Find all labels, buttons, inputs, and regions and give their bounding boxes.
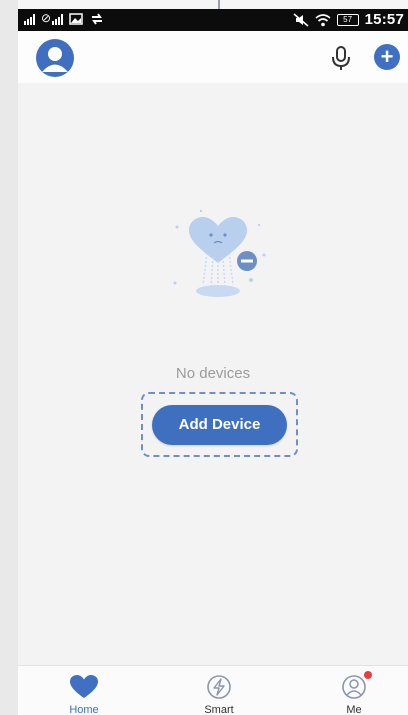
heart-icon xyxy=(70,675,98,698)
avatar-icon[interactable] xyxy=(36,39,74,77)
signal-icon xyxy=(24,13,35,25)
image-notification-icon xyxy=(69,13,83,25)
microphone-icon[interactable] xyxy=(328,44,354,72)
notification-badge xyxy=(364,671,372,679)
add-device-button[interactable]: Add Device xyxy=(152,405,287,445)
bezel-left xyxy=(0,0,18,715)
tab-home-label: Home xyxy=(69,704,99,715)
lightning-icon xyxy=(207,675,231,699)
app-header: + xyxy=(18,31,408,83)
bezel-mark xyxy=(218,0,220,9)
status-bar: ⊘ 57 15:57 xyxy=(18,9,408,31)
bottom-tab-bar: Home Smart Me xyxy=(18,665,408,715)
device-frame: ⊘ 57 15:57 + No devices Add Device Home … xyxy=(0,0,408,715)
sync-icon xyxy=(92,13,103,25)
no-devices-label: No devices xyxy=(175,365,251,382)
no-devices-heart-illustration xyxy=(173,209,266,297)
tab-me[interactable]: Me xyxy=(314,666,394,715)
tab-smart[interactable]: Smart xyxy=(179,666,259,715)
tab-smart-label: Smart xyxy=(204,704,234,715)
app-screen: ⊘ 57 15:57 + No devices Add Device Home … xyxy=(18,9,408,715)
no-sim-signal-icon: ⊘ xyxy=(41,11,64,25)
tab-home[interactable]: Home xyxy=(44,666,124,715)
bezel-top xyxy=(18,0,408,9)
add-icon[interactable]: + xyxy=(374,44,400,70)
status-time: 15:57 xyxy=(364,11,404,28)
battery-icon: 57 xyxy=(336,13,359,26)
vibrate-mute-icon xyxy=(293,12,309,27)
tab-me-label: Me xyxy=(346,704,362,715)
wifi-icon xyxy=(315,13,331,26)
